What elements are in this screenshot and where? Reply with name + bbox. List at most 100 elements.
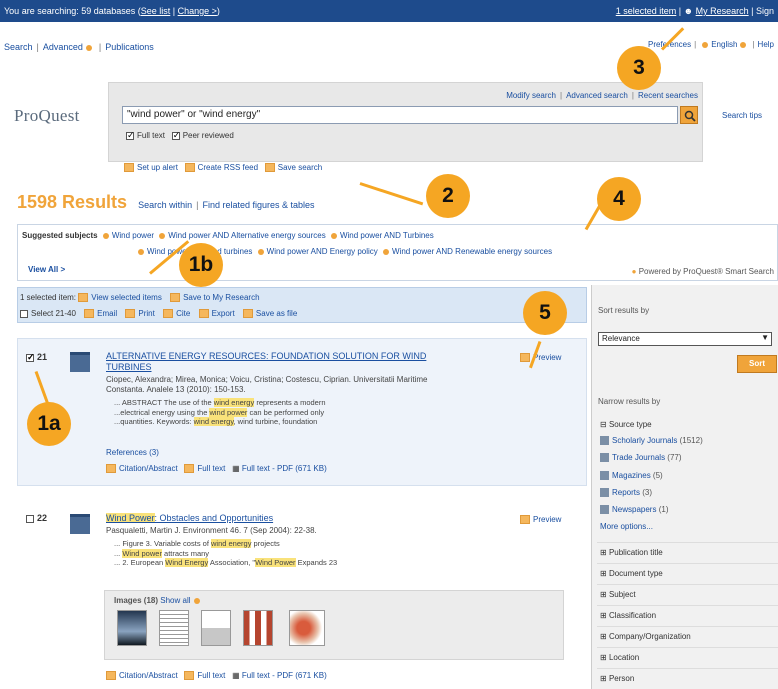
- suggested-subject[interactable]: Wind power AND Turbines: [340, 231, 434, 240]
- language-link[interactable]: English: [711, 40, 737, 49]
- result-checkbox[interactable]: [26, 514, 34, 523]
- full-text-pdf-link[interactable]: Full text - PDF (671 KB): [242, 464, 327, 473]
- journal-icon: [600, 436, 609, 446]
- find-related-link[interactable]: Find related figures & tables: [202, 200, 314, 210]
- search-tips-link[interactable]: Search tips: [722, 111, 762, 120]
- sign-in-link[interactable]: Sign: [756, 6, 774, 16]
- search-filters: Full text Peer reviewed: [126, 130, 234, 141]
- facet-document-type[interactable]: ⊞ Document type: [597, 563, 778, 583]
- peer-reviewed-checkbox[interactable]: [171, 130, 180, 141]
- nav-publications[interactable]: Publications: [105, 42, 154, 52]
- cite-icon: [163, 309, 174, 319]
- show-all-link[interactable]: Show all: [160, 596, 190, 605]
- selection-row-2: Select 21-40 Email Print Cite Export Sav…: [20, 309, 303, 319]
- result-checkbox[interactable]: [26, 352, 35, 363]
- search-within-link[interactable]: Search within: [138, 200, 192, 210]
- facet-location[interactable]: ⊞ Location: [597, 647, 778, 667]
- fulltext-icon: [184, 671, 195, 681]
- references-link[interactable]: References (3): [106, 448, 159, 457]
- journal-icon: [70, 352, 90, 372]
- result-title[interactable]: Wind Power: Obstacles and Opportunities: [106, 513, 273, 524]
- view-all-link[interactable]: View All >: [28, 265, 65, 274]
- advanced-search-link[interactable]: Advanced search: [566, 91, 628, 100]
- suggested-subject[interactable]: Wind power AND Renewable energy sources: [392, 247, 552, 256]
- facet-classification[interactable]: ⊞ Classification: [597, 605, 778, 625]
- facet-newspapers[interactable]: Newspapers (1): [600, 505, 668, 515]
- sort-select[interactable]: Relevance ▼: [598, 332, 772, 346]
- newspaper-icon: [600, 505, 609, 515]
- facet-publication-title[interactable]: ⊞ Publication title: [597, 542, 778, 562]
- selected-item-link[interactable]: 1 selected item: [616, 6, 677, 16]
- user-icon: ☻: [683, 6, 694, 16]
- save-search-link[interactable]: Save search: [278, 163, 322, 172]
- save-to-research-link[interactable]: Save to My Research: [183, 293, 259, 302]
- callout-1a: 1a: [27, 402, 71, 446]
- more-options-link[interactable]: More options...: [600, 522, 653, 531]
- search-input[interactable]: "wind power" or "wind energy": [122, 106, 678, 124]
- modify-search-link[interactable]: Modify search: [506, 91, 556, 100]
- full-text-checkbox[interactable]: [126, 130, 135, 141]
- facet-magazines[interactable]: Magazines (5): [600, 471, 663, 481]
- preview-icon: [520, 515, 530, 525]
- preview-link[interactable]: Preview: [520, 353, 561, 363]
- email-icon: [84, 309, 95, 319]
- facet-trade-journals[interactable]: Trade Journals (77): [600, 453, 682, 463]
- citation-abstract-link[interactable]: Citation/Abstract: [119, 464, 178, 473]
- callout-4: 4: [597, 177, 641, 221]
- view-selected-link[interactable]: View selected items: [91, 293, 162, 302]
- sort-button[interactable]: Sort: [737, 355, 777, 373]
- full-text-pdf-link[interactable]: Full text - PDF (671 KB): [242, 671, 327, 680]
- callout-pointer: [359, 182, 424, 206]
- image-thumbnail[interactable]: [243, 610, 273, 646]
- recent-searches-link[interactable]: Recent searches: [638, 91, 698, 100]
- cite-link[interactable]: Cite: [176, 309, 190, 318]
- result-title[interactable]: ALTERNATIVE ENERGY RESOURCES: FOUNDATION…: [106, 351, 426, 373]
- nav-advanced[interactable]: Advanced: [43, 42, 83, 52]
- see-list-link[interactable]: See list: [141, 6, 171, 16]
- help-link[interactable]: Help: [758, 40, 774, 49]
- print-icon: [125, 309, 136, 319]
- rss-icon: [184, 163, 195, 173]
- facet-company[interactable]: ⊞ Company/Organization: [597, 626, 778, 646]
- save-as-file-link[interactable]: Save as file: [256, 309, 297, 318]
- full-text-link[interactable]: Full text: [197, 464, 225, 473]
- print-link[interactable]: Print: [138, 309, 154, 318]
- chevron-down-icon: ▼: [761, 333, 769, 342]
- my-research-link[interactable]: My Research: [696, 6, 749, 16]
- create-rss-link[interactable]: Create RSS feed: [198, 163, 258, 172]
- sort-heading: Sort results by: [598, 306, 650, 315]
- suggested-subject[interactable]: Wind power: [112, 231, 154, 240]
- callout-2: 2: [426, 174, 470, 218]
- nav-search[interactable]: Search: [4, 42, 33, 52]
- facet-subject[interactable]: ⊞ Subject: [597, 584, 778, 604]
- search-button[interactable]: [680, 106, 698, 124]
- facet-scholarly-journals[interactable]: Scholarly Journals (1512): [600, 436, 703, 446]
- image-thumbnail[interactable]: [117, 610, 147, 646]
- powered-by: ● Powered by ProQuest® Smart Search: [631, 267, 774, 276]
- email-link[interactable]: Email: [97, 309, 117, 318]
- view-icon: [78, 293, 89, 303]
- pdf-icon: ▦: [232, 464, 240, 473]
- export-link[interactable]: Export: [212, 309, 235, 318]
- image-thumbnail[interactable]: [159, 610, 189, 646]
- suggested-label: Suggested subjects: [22, 231, 98, 240]
- preview-link[interactable]: Preview: [520, 515, 561, 525]
- change-link[interactable]: Change >: [178, 6, 217, 16]
- citation-abstract-link[interactable]: Citation/Abstract: [119, 671, 178, 680]
- facet-reports[interactable]: Reports (3): [600, 488, 652, 498]
- source-type-facet[interactable]: ⊟ Source type: [600, 420, 652, 429]
- search-actions: Set up alert Create RSS feed Save search: [124, 163, 322, 173]
- export-icon: [198, 309, 209, 319]
- select-range-checkbox[interactable]: [20, 309, 28, 318]
- image-thumbnail[interactable]: [289, 610, 325, 646]
- save-icon: [170, 293, 181, 303]
- suggested-subject[interactable]: Wind power AND Energy policy: [267, 247, 378, 256]
- set-up-alert-link[interactable]: Set up alert: [137, 163, 178, 172]
- proquest-logo[interactable]: ProQuest: [14, 106, 80, 126]
- facet-person[interactable]: ⊞ Person: [597, 668, 778, 688]
- suggested-subject[interactable]: Wind power AND Alternative energy source…: [168, 231, 325, 240]
- alert-icon: [124, 163, 134, 173]
- image-thumbnail[interactable]: [201, 610, 231, 646]
- result-number: 22: [26, 513, 47, 523]
- full-text-link[interactable]: Full text: [197, 671, 225, 680]
